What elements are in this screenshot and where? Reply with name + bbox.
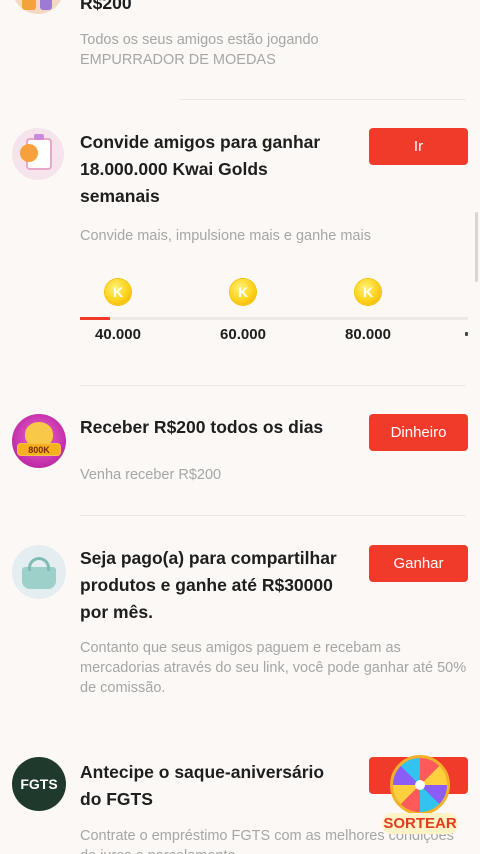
milestone-label: 60.000 (220, 326, 266, 343)
progress-fill (80, 317, 110, 320)
invite-task-title: Convide amigos para ganhar 18.000.000 Kw… (80, 132, 321, 206)
invite-task-desc: Convide mais, impulsione mais e ganhe ma… (80, 228, 371, 244)
top-task-desc: Todos os seus amigos estão jogando EMPUR… (80, 32, 319, 68)
kwai-gold-coin-icon: K (105, 279, 131, 305)
scrollbar[interactable] (475, 212, 478, 282)
go-button[interactable]: Ir (369, 128, 468, 165)
progress-track (80, 317, 468, 320)
milestone-label: 80.000 (345, 326, 391, 343)
lottery-label: SORTEAR (382, 813, 458, 834)
divider (80, 385, 466, 386)
prize-wheel-icon (390, 755, 450, 815)
milestone-next-hint (465, 332, 468, 336)
fgts-task-title: Antecipe o saque-aniversário do FGTS (80, 762, 325, 809)
top-task-title: R$200 (80, 0, 132, 13)
shopping-basket-icon (12, 545, 66, 599)
daily-task-desc: Venha receber R$200 (80, 467, 222, 483)
share-task-title: Seja pago(a) para compartilhar produtos … (80, 548, 337, 622)
lottery-widget[interactable]: SORTEAR (382, 755, 462, 845)
kwai-gold-coin-icon: K (230, 279, 256, 305)
daily-task-title: Receber R$200 todos os dias (80, 417, 324, 437)
earn-button[interactable]: Ganhar (369, 545, 468, 582)
cash-button[interactable]: Dinheiro (369, 414, 468, 451)
share-task-desc: Contanto que seus amigos paguem e receba… (80, 640, 467, 696)
kwai-gold-coin-icon: K (355, 279, 381, 305)
invite-clipboard-icon (12, 128, 64, 180)
milestone-label: 40.000 (95, 326, 141, 343)
divider (80, 515, 466, 516)
fgts-logo-icon: FGTS (12, 757, 66, 811)
top-task-icon (12, 0, 64, 14)
money-badge-icon: 800K (12, 414, 66, 468)
divider (180, 99, 466, 100)
